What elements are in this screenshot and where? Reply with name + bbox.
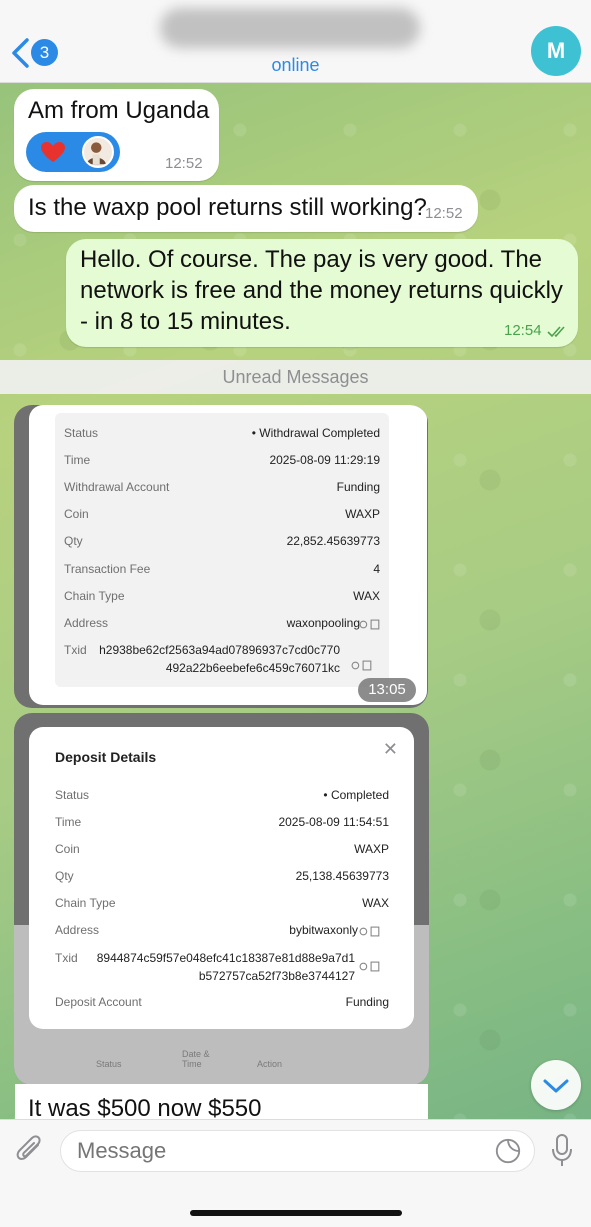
detail-row: Withdrawal Account Funding: [64, 480, 380, 494]
message-text: Is the waxp pool returns still working?: [28, 194, 427, 221]
table-header-status: Status: [96, 1059, 122, 1069]
home-indicator: [190, 1210, 402, 1216]
detail-row: Chain Type WAX: [64, 589, 380, 603]
message-text: Am from Uganda: [28, 97, 210, 124]
detail-row: Qty 22,852.45639773: [64, 534, 380, 548]
detail-row: Chain Type WAX: [55, 896, 389, 910]
heart-icon: [41, 142, 65, 162]
withdrawal-details-panel: Status • Withdrawal Completed Time 2025-08…: [55, 413, 389, 687]
detail-row: Time 2025-08-09 11:29:19: [64, 453, 380, 467]
message-bubble-incoming[interactable]: Is the waxp pool returns still working? …: [14, 185, 478, 232]
unread-messages-divider: Unread Messages: [0, 360, 591, 394]
reactor-avatar: [82, 136, 114, 168]
table-header-date: Date & Time: [182, 1049, 210, 1069]
message-bubble-outgoing[interactable]: Hello. Of course. The pay is very good. …: [66, 239, 578, 347]
deposit-title: Deposit Details: [55, 749, 157, 765]
copy-icon: [359, 619, 380, 630]
message-input[interactable]: [60, 1130, 535, 1172]
deposit-screenshot-message[interactable]: Status Date & Time Action Deposit Detail…: [14, 713, 429, 1085]
withdrawal-card: Status • Withdrawal Completed Time 2025-08…: [29, 405, 427, 705]
sticker-icon[interactable]: [494, 1137, 522, 1165]
detail-row: Address bybitwaxonly: [55, 923, 358, 937]
close-icon: ✕: [382, 739, 398, 759]
copy-icon: [359, 961, 380, 972]
chevron-down-icon: [543, 1079, 569, 1093]
detail-row: Status • Withdrawal Completed: [64, 426, 380, 440]
screenshot-caption: It was $500 now $550: [15, 1084, 428, 1122]
reactions-pill[interactable]: [26, 132, 120, 172]
message-time: 12:52: [425, 205, 463, 222]
contact-status: online: [271, 55, 320, 75]
scroll-to-bottom-button[interactable]: [531, 1060, 581, 1110]
deposit-details-modal: Deposit Details ✕ Status • Completed Time…: [29, 727, 414, 1029]
detail-row: Coin WAXP: [64, 507, 380, 521]
read-checkmarks-icon: [547, 326, 565, 338]
message-time: 12:52: [165, 155, 203, 172]
deposit-account-row: Deposit Account Funding: [55, 995, 389, 1009]
detail-row: Address waxonpooling: [64, 616, 360, 630]
chat-header: 3 online M: [0, 0, 591, 83]
message-time: 13:05: [358, 678, 416, 702]
detail-row: Transaction Fee 4: [64, 562, 380, 576]
microphone-icon[interactable]: [550, 1133, 574, 1169]
contact-name-redacted: [160, 8, 420, 48]
table-header-action: Action: [257, 1059, 283, 1069]
detail-row: Time 2025-08-09 11:54:51: [55, 815, 389, 829]
copy-icon: [359, 926, 380, 937]
txid-row: Txid h2938be62cf2563a94ad07896937c7cd0c7…: [64, 643, 340, 675]
withdrawal-screenshot-message[interactable]: Status • Withdrawal Completed Time 2025-08…: [14, 405, 428, 708]
contact-avatar[interactable]: M: [531, 26, 581, 76]
copy-icon: [351, 660, 372, 671]
message-text: Hello. Of course. The pay is very good. …: [80, 246, 563, 335]
detail-row: Qty 25,138.45639773: [55, 869, 389, 883]
detail-row: Coin WAXP: [55, 842, 389, 856]
paperclip-icon[interactable]: [15, 1133, 45, 1169]
message-time: 12:54: [504, 322, 542, 339]
txid-row: Txid 8944874c59f57e048efc41c18387e81d88e…: [55, 951, 355, 983]
detail-row: Status • Completed: [55, 788, 389, 802]
message-bubble-incoming[interactable]: Am from Uganda 12:52: [14, 89, 219, 181]
